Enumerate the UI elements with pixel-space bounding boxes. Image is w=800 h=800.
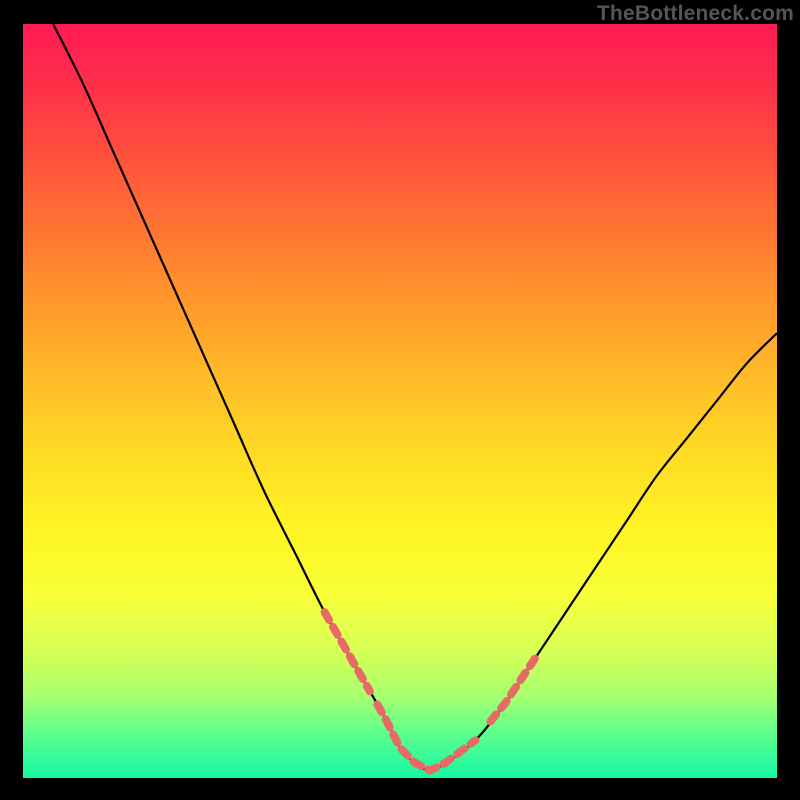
chart-svg — [23, 24, 777, 778]
chart-frame — [23, 24, 777, 778]
highlight-segment — [325, 612, 370, 691]
curve-path — [53, 24, 777, 770]
highlight-segment — [377, 704, 475, 770]
highlight-segment — [490, 657, 535, 721]
watermark-text: TheBottleneck.com — [597, 2, 794, 26]
highlight-band — [325, 612, 536, 770]
